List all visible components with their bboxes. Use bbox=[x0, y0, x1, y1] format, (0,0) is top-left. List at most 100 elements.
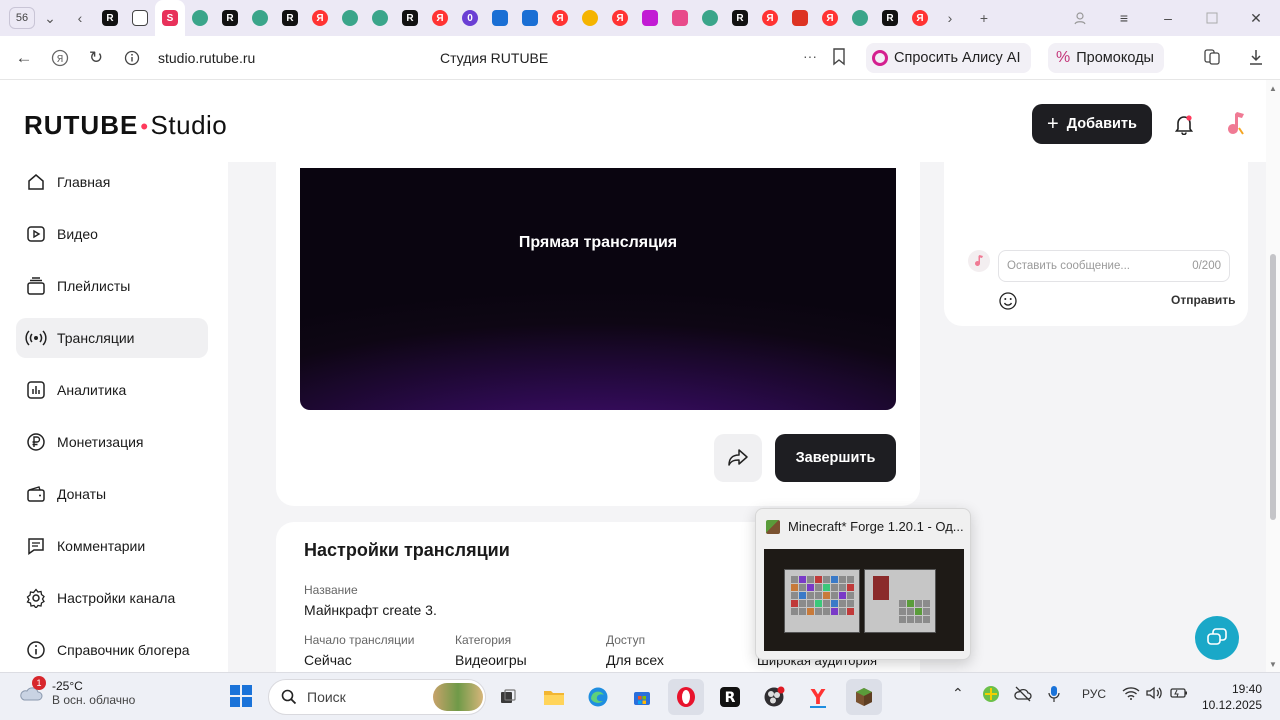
tray-app-icon[interactable] bbox=[982, 685, 1000, 706]
send-message-button[interactable]: Отправить bbox=[1171, 293, 1235, 307]
url-text[interactable]: studio.rutube.ru bbox=[158, 50, 255, 66]
taskbar-search[interactable]: Поиск bbox=[268, 679, 486, 715]
bookmark-icon[interactable] bbox=[832, 48, 846, 71]
tab-game[interactable] bbox=[365, 0, 395, 36]
tab-yandex[interactable]: Я bbox=[815, 0, 845, 36]
start-windows-icon[interactable] bbox=[230, 685, 252, 707]
scroll-down-icon[interactable]: ▼ bbox=[1267, 658, 1279, 670]
tab-count-button[interactable]: 56 bbox=[9, 7, 35, 29]
tab-game[interactable] bbox=[185, 0, 215, 36]
access-value[interactable]: Для всех bbox=[606, 652, 664, 668]
tab-store[interactable] bbox=[485, 0, 515, 36]
add-button[interactable]: + Добавить bbox=[1032, 104, 1152, 144]
weather-widget[interactable]: 1 -25°C В осн. облачно bbox=[18, 676, 135, 707]
system-clock[interactable]: 19:40 10.12.2025 bbox=[1196, 681, 1262, 713]
tab-star[interactable] bbox=[635, 0, 665, 36]
opera-browser-icon[interactable] bbox=[668, 679, 704, 715]
tab-game[interactable] bbox=[845, 0, 875, 36]
tab-yandex[interactable]: Я bbox=[305, 0, 335, 36]
new-tab-plus-icon[interactable]: + bbox=[969, 3, 999, 33]
avatar[interactable] bbox=[1222, 108, 1250, 140]
start-value[interactable]: Сейчас bbox=[304, 652, 352, 668]
edge-browser-icon[interactable] bbox=[580, 679, 616, 715]
promo-codes-button[interactable]: % Промокоды bbox=[1048, 43, 1164, 73]
tab-list-chevron-icon[interactable]: ⌄ bbox=[35, 3, 65, 33]
sidebar-item-playlists[interactable]: Плейлисты bbox=[16, 266, 208, 306]
tab-document[interactable] bbox=[125, 0, 155, 36]
name-value[interactable]: Майнкрафт create 3. bbox=[304, 602, 437, 618]
sidebar-item-blogger-guide[interactable]: Справочник блогера bbox=[16, 630, 208, 670]
chat-message-input[interactable] bbox=[1007, 260, 1177, 272]
rutube-studio-logo[interactable]: RUTUBE • Studio bbox=[24, 110, 227, 141]
scroll-up-icon[interactable]: ▲ bbox=[1267, 82, 1279, 94]
share-button[interactable] bbox=[714, 434, 762, 482]
rutube-app-icon[interactable]: R bbox=[712, 679, 748, 715]
profile-icon[interactable] bbox=[1058, 0, 1102, 36]
reload-icon[interactable]: ↻ bbox=[78, 40, 114, 76]
sidebar-item-broadcasts[interactable]: Трансляции bbox=[16, 318, 208, 358]
category-value[interactable]: Видеоигры bbox=[455, 652, 527, 668]
finish-stream-button[interactable]: Завершить bbox=[775, 434, 896, 482]
minecraft-app-icon[interactable] bbox=[846, 679, 882, 715]
site-security-icon[interactable] bbox=[114, 40, 150, 76]
task-view-icon[interactable] bbox=[490, 679, 526, 715]
tab-game[interactable] bbox=[695, 0, 725, 36]
obs-studio-icon[interactable] bbox=[756, 679, 792, 715]
chat-message-field[interactable]: 0/200 bbox=[998, 250, 1230, 282]
microsoft-store-icon[interactable] bbox=[624, 679, 660, 715]
back-arrow-icon[interactable]: ← bbox=[6, 40, 42, 76]
minecraft-window-preview[interactable]: Minecraft* Forge 1.20.1 - Од... bbox=[755, 508, 971, 660]
sidebar-item-analytics[interactable]: Аналитика bbox=[16, 370, 208, 410]
tab-store[interactable] bbox=[515, 0, 545, 36]
sidebar-item-home[interactable]: Главная bbox=[16, 162, 208, 202]
yandex-browser-icon[interactable]: Y bbox=[800, 679, 836, 715]
wifi-icon[interactable] bbox=[1122, 686, 1140, 703]
tray-overflow-chevron-icon[interactable]: ⌃ bbox=[952, 685, 964, 702]
close-window-icon[interactable]: ✕ bbox=[1234, 0, 1278, 36]
support-chat-button[interactable] bbox=[1195, 616, 1239, 660]
download-icon[interactable] bbox=[1247, 48, 1265, 71]
notifications-bell-icon[interactable] bbox=[1170, 110, 1198, 138]
tab-ds[interactable] bbox=[665, 0, 695, 36]
tab-rutube[interactable]: R bbox=[215, 0, 245, 36]
tab-scroll-left-icon[interactable]: ‹ bbox=[65, 3, 95, 33]
sidebar-item-comments[interactable]: Комментарии bbox=[16, 526, 208, 566]
sidebar-item-channel-settings[interactable]: Настройки канала bbox=[16, 578, 208, 618]
tab-yandex[interactable]: Я bbox=[605, 0, 635, 36]
tab-rutube[interactable]: R bbox=[725, 0, 755, 36]
tab-rutube[interactable]: R bbox=[875, 0, 905, 36]
page-scrollbar-thumb[interactable] bbox=[1270, 254, 1276, 520]
menu-icon[interactable]: ≡ bbox=[1102, 0, 1146, 36]
ask-alice-button[interactable]: Спросить Алису AI bbox=[866, 43, 1031, 73]
sidebar-item-donations[interactable]: Донаты bbox=[16, 474, 208, 514]
tab-yandex[interactable]: Я bbox=[905, 0, 935, 36]
maximize-icon[interactable] bbox=[1190, 0, 1234, 36]
input-language[interactable]: РУС bbox=[1082, 687, 1106, 701]
battery-icon[interactable] bbox=[1170, 686, 1188, 703]
tab-game[interactable] bbox=[245, 0, 275, 36]
extensions-icon[interactable] bbox=[1203, 48, 1221, 71]
sidebar-item-monetization[interactable]: Монетизация bbox=[16, 422, 208, 462]
tab-sun[interactable] bbox=[575, 0, 605, 36]
tab-rutube[interactable]: R bbox=[95, 0, 125, 36]
minimize-icon[interactable]: – bbox=[1146, 0, 1190, 36]
tray-cloud-offline-icon[interactable] bbox=[1014, 686, 1032, 705]
tab-yandex[interactable]: Я bbox=[545, 0, 575, 36]
tab-scroll-right-icon[interactable]: › bbox=[935, 3, 965, 33]
file-explorer-icon[interactable] bbox=[536, 679, 572, 715]
tab-yandex[interactable]: Я bbox=[755, 0, 785, 36]
tab-game[interactable] bbox=[335, 0, 365, 36]
sidebar-item-video[interactable]: Видео bbox=[16, 214, 208, 254]
tab-yandex[interactable]: Я bbox=[425, 0, 455, 36]
tab-rutube[interactable]: R bbox=[395, 0, 425, 36]
tab-opera[interactable]: 0 bbox=[455, 0, 485, 36]
more-dots-icon[interactable]: ··· bbox=[803, 48, 817, 64]
emoji-icon[interactable] bbox=[997, 290, 1019, 312]
microphone-icon[interactable] bbox=[1048, 685, 1060, 706]
stream-player[interactable]: Прямая трансляция bbox=[300, 168, 896, 410]
tab-rutube[interactable]: R bbox=[275, 0, 305, 36]
tab-top[interactable] bbox=[785, 0, 815, 36]
volume-icon[interactable] bbox=[1146, 686, 1162, 703]
tab-studio-active[interactable]: S bbox=[155, 0, 185, 36]
yandex-home-icon[interactable]: Я bbox=[42, 40, 78, 76]
